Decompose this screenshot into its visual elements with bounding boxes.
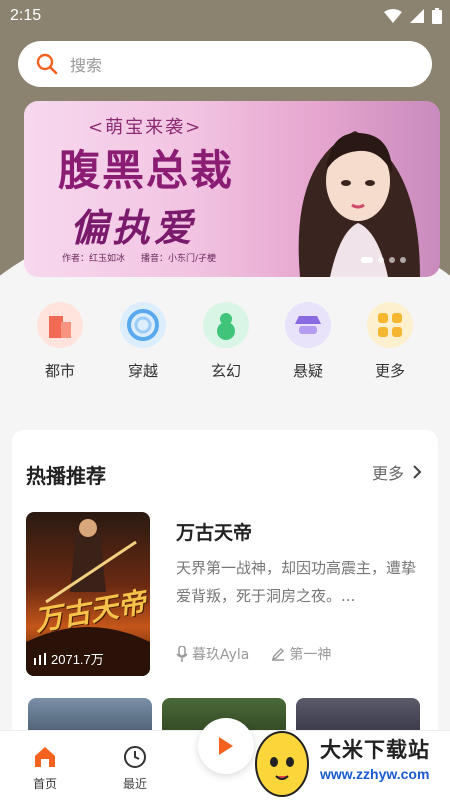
nav-home[interactable]: 首页 bbox=[20, 745, 70, 792]
clock-icon bbox=[124, 746, 146, 768]
promo-banner[interactable]: <萌宝来袭> 腹黑总裁 偏执爱 作者：红玉如冰 播音：小东门/孑梗 bbox=[24, 101, 440, 277]
category-label: 穿越 bbox=[127, 362, 158, 380]
status-icons bbox=[384, 8, 442, 24]
banner-author: 作者：红玉如冰 bbox=[62, 254, 126, 264]
category-row: 都市 穿越 玄幻 悬疑 更多 bbox=[0, 302, 450, 384]
nav-home-label: 首页 bbox=[32, 777, 57, 791]
watermark-url: www.zzhyw.com bbox=[320, 766, 430, 782]
status-time: 2:15 bbox=[10, 7, 42, 24]
category-label: 玄幻 bbox=[210, 362, 241, 380]
book-meta: 暮玖Ayla 第一神 bbox=[176, 644, 331, 664]
search-icon bbox=[36, 53, 58, 75]
more-button[interactable]: 更多 bbox=[372, 460, 422, 484]
banner-narrator: 播音：小东门/孑梗 bbox=[141, 254, 217, 264]
book-title[interactable]: 万古天帝 bbox=[176, 518, 252, 545]
chapter-info: 第一神 bbox=[271, 644, 331, 664]
banner-pagination bbox=[361, 257, 406, 263]
category-label: 悬疑 bbox=[292, 362, 323, 380]
battery-icon bbox=[432, 8, 442, 24]
pen-icon bbox=[272, 648, 285, 661]
banner-credits: 作者：红玉如冰 播音：小东门/孑梗 bbox=[62, 251, 216, 264]
search-bar[interactable]: 搜索 bbox=[18, 41, 432, 87]
play-count: 2071.7万 bbox=[34, 649, 104, 668]
watermark-text: 大米下载站 bbox=[320, 738, 430, 762]
watermark-mascot-logo bbox=[255, 731, 309, 797]
category-fantasy[interactable]: 玄幻 bbox=[196, 302, 256, 381]
bar-chart-icon bbox=[34, 652, 46, 665]
category-time-travel[interactable]: 穿越 bbox=[113, 302, 173, 381]
signal-icon bbox=[410, 9, 424, 23]
more-label: 更多 bbox=[371, 464, 404, 483]
category-more[interactable]: 更多 bbox=[360, 302, 420, 381]
banner-tag: <萌宝来袭> bbox=[88, 117, 203, 138]
banner-title-line2: 偏执爱 bbox=[70, 205, 197, 250]
gourd-icon bbox=[203, 302, 249, 348]
hot-recommend-card: 热播推荐 更多 万古天帝 2071.7万 万古天帝 天界第一战神，却因功高震主，… bbox=[12, 430, 438, 750]
chapter-name: 第一神 bbox=[289, 647, 332, 663]
watermark: 大米下载站 www.zzhyw.com bbox=[244, 722, 450, 800]
status-bar: 2:15 bbox=[0, 0, 450, 34]
chevron-right-icon bbox=[413, 465, 422, 479]
narrator-info: 暮玖Ayla bbox=[176, 644, 249, 664]
microphone-icon bbox=[176, 646, 188, 662]
swirl-portal-icon bbox=[120, 302, 166, 348]
category-mystery[interactable]: 悬疑 bbox=[278, 302, 338, 381]
grid-more-icon bbox=[367, 302, 413, 348]
banner-character-illustration bbox=[298, 131, 420, 277]
nav-recent[interactable]: 最近 bbox=[110, 745, 160, 792]
home-icon bbox=[35, 747, 55, 767]
category-label: 更多 bbox=[374, 362, 405, 380]
banner-title-line1: 腹黑总裁 bbox=[58, 146, 235, 195]
book-description: 天界第一战神，却因功高震主，遭挚爱背叛，死于洞房之夜。... bbox=[176, 559, 417, 605]
banner-dot[interactable] bbox=[378, 257, 384, 263]
wifi-icon bbox=[384, 9, 402, 23]
category-label: 都市 bbox=[44, 362, 75, 380]
banner-dot[interactable] bbox=[389, 257, 395, 263]
nav-recent-label: 最近 bbox=[122, 777, 147, 791]
banner-dot[interactable] bbox=[400, 257, 406, 263]
category-city[interactable]: 都市 bbox=[30, 302, 90, 381]
play-icon bbox=[219, 737, 233, 755]
detective-icon bbox=[285, 302, 331, 348]
section-title: 热播推荐 bbox=[26, 464, 106, 488]
banner-dot[interactable] bbox=[361, 257, 373, 263]
play-count-value: 2071.7万 bbox=[51, 652, 104, 667]
city-building-icon bbox=[37, 302, 83, 348]
narrator-name: 暮玖Ayla bbox=[192, 647, 250, 663]
search-placeholder: 搜索 bbox=[70, 56, 103, 75]
book-cover[interactable]: 万古天帝 2071.7万 bbox=[26, 512, 150, 676]
